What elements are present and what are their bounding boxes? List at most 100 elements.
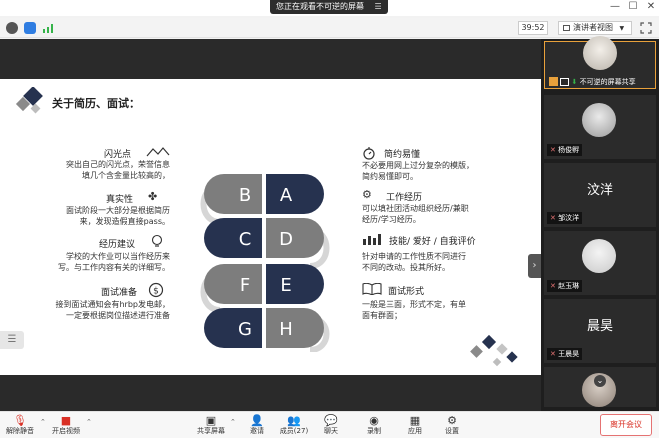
- leave-meeting-button[interactable]: 离开会议: [600, 414, 652, 436]
- participant-tile[interactable]: ✕ 赵玉琳: [544, 231, 656, 295]
- avatar: [583, 36, 617, 70]
- right-item-label: 工作经历: [386, 193, 423, 203]
- shield-icon[interactable]: [24, 22, 36, 34]
- dollar-icon: $: [148, 282, 164, 298]
- lightbulb-icon: [151, 234, 163, 247]
- invite-button[interactable]: 👤 邀请: [239, 414, 275, 436]
- participants-panel: ⬇ 不可逆的屏幕共享 ✕ 杨俊孵 汶洋 ✕ 邹汶洋 ✕ 赵玉琳 晨昊 ✕ 王晨昊…: [541, 36, 659, 411]
- right-item-label: 简约易懂: [384, 150, 421, 160]
- participant-tile[interactable]: ✕ 杨俊孵: [544, 95, 656, 159]
- left-item-desc: 突出自己的闪光点，荣誉信息 填几个含金量比较高的，: [66, 160, 170, 180]
- participant-tile[interactable]: ⬇ 不可逆的屏幕共享: [544, 36, 659, 89]
- puzzle-icon: ✤: [148, 190, 158, 203]
- members-button[interactable]: 👥 成员(27): [276, 414, 312, 436]
- add-user-icon: 👤: [250, 414, 264, 427]
- screen-share-icon: [560, 78, 570, 86]
- apps-button[interactable]: ▦ 应用: [397, 414, 433, 436]
- chevron-up-icon[interactable]: ⌃: [86, 418, 92, 426]
- participant-name: ✕ 王晨昊: [547, 348, 583, 360]
- participant-tile[interactable]: 晨昊 ✕ 王晨昊: [544, 299, 656, 363]
- mic-muted-icon: 🎙: [13, 414, 27, 427]
- abcdefgh-diagram: B A C D F E G H: [200, 174, 330, 352]
- letter-b: B: [239, 185, 251, 206]
- maximize-icon[interactable]: ☐: [624, 0, 642, 14]
- info-icon[interactable]: [6, 22, 18, 34]
- right-item-desc: 针对申请的工作性质不同进行 不同的改动。投其所好。: [362, 252, 466, 272]
- camera-off-icon: ■: [60, 414, 72, 427]
- slide-menu-button[interactable]: ☰: [0, 331, 24, 349]
- right-item-label: 面试形式: [388, 287, 425, 297]
- chevron-down-icon: ▼: [619, 25, 625, 32]
- letter-h: H: [279, 319, 293, 340]
- mic-muted-icon: ✕: [550, 282, 556, 290]
- chevron-up-icon[interactable]: ⌃: [230, 418, 236, 426]
- tile-g: [204, 308, 262, 348]
- chat-icon: 💬: [324, 414, 338, 427]
- meeting-toolbar: 39:52 演讲者视图 ▼: [0, 18, 659, 38]
- settings-button[interactable]: ⚙ 设置: [434, 414, 470, 436]
- letter-a: A: [280, 185, 293, 206]
- chevron-up-icon[interactable]: ⌃: [40, 418, 46, 426]
- letter-d: D: [279, 229, 293, 250]
- share-screen-icon: ▣: [205, 414, 217, 427]
- view-mode-label: 演讲者视图: [573, 23, 613, 32]
- tile-f: [204, 264, 262, 304]
- participant-name: ✕ 杨俊孵: [547, 144, 583, 156]
- participant-name: ✕ 赵玉琳: [547, 280, 583, 292]
- chevron-down-icon[interactable]: ⌄: [594, 375, 606, 387]
- left-item-desc: 学校的大作业可以当作经历来 写。与工作内容有关的详细写。: [58, 252, 170, 272]
- collapse-panel-arrow[interactable]: ›: [528, 254, 541, 278]
- signal-icon[interactable]: [42, 22, 56, 34]
- participant-tile[interactable]: 汶洋 ✕ 邹汶洋: [544, 163, 656, 227]
- right-item-label: 技能/ 爱好 / 自我评价: [389, 237, 476, 247]
- participant-tile[interactable]: ⌄: [544, 367, 656, 407]
- meeting-timer: 39:52: [518, 21, 548, 35]
- share-screen-button[interactable]: ▣ 共享屏幕: [193, 414, 229, 436]
- mute-button[interactable]: 🎙 解除静音: [2, 414, 38, 436]
- close-icon[interactable]: ✕: [642, 0, 659, 14]
- tile-h: [266, 308, 324, 348]
- shared-screen-area: 关于简历、面试： 闪光点 突出自己的闪光点，荣誉信息 填几个含金量比较高的， 真实…: [0, 39, 541, 411]
- view-mode-dropdown[interactable]: 演讲者视图 ▼: [558, 21, 632, 35]
- left-item-label: 面试准备: [101, 288, 138, 298]
- record-button[interactable]: ◉ 录制: [356, 414, 392, 436]
- right-item-desc: 不必要用网上过分复杂的模版， 简约易懂即可。: [362, 161, 474, 181]
- book-icon: [362, 283, 382, 295]
- bar-chart-icon: [363, 234, 381, 245]
- avatar: [582, 239, 616, 273]
- participant-name: ✕ 邹汶洋: [547, 212, 583, 224]
- bottom-toolbar: 🎙 解除静音 ⌃ ■ 开启视频 ⌃ ▣ 共享屏幕 ⌃ 👤 邀请 👥 成员(27)…: [0, 411, 659, 438]
- tile-d: [266, 218, 324, 258]
- gears-icon: ⚙: [362, 188, 372, 201]
- share-banner[interactable]: 您正在观看不可逆的屏幕 ☰: [270, 0, 388, 14]
- chat-button[interactable]: 💬 聊天: [313, 414, 349, 436]
- avatar: [582, 103, 616, 137]
- decorative-diamonds-icon: [470, 334, 518, 367]
- fullscreen-icon[interactable]: [640, 22, 652, 34]
- right-item-desc: 可以填社团活动组织经历/兼职 经历/学习经历。: [362, 204, 469, 224]
- diamond-logo-icon: [15, 87, 43, 114]
- members-icon: 👥: [287, 414, 301, 427]
- mic-icon: ⬇: [571, 78, 578, 86]
- participant-initials: 汶洋: [586, 183, 613, 198]
- user-icon: [549, 77, 558, 86]
- mic-muted-icon: ✕: [550, 146, 556, 154]
- tile-a: [266, 174, 324, 214]
- tile-c: [204, 218, 262, 258]
- share-status-row: ⬇ 不可逆的屏幕共享: [549, 77, 659, 89]
- minimize-icon[interactable]: —: [606, 0, 624, 14]
- video-button[interactable]: ■ 开启视频: [48, 414, 84, 436]
- right-item-desc: 一般是三面，形式不定，有单 面有群面；: [362, 300, 466, 320]
- hamburger-icon[interactable]: ☰: [375, 2, 382, 11]
- title-bar: 您正在观看不可逆的屏幕 ☰ — ☐ ✕: [0, 0, 659, 16]
- slide-title: 关于简历、面试：: [52, 97, 140, 110]
- letter-c: C: [239, 229, 252, 250]
- left-item-desc: 接到面试通知会有hrbp发电邮， 一定要根据岗位描述进行准备: [55, 300, 170, 320]
- layout-icon: [563, 25, 570, 31]
- participant-initials: 晨昊: [586, 319, 613, 334]
- meeting-window: 您正在观看不可逆的屏幕 ☰ — ☐ ✕ 39:52 演讲者视图 ▼ 关于简历、面…: [0, 0, 659, 438]
- zigzag-icon: [146, 147, 170, 157]
- presentation-slide: 关于简历、面试： 闪光点 突出自己的闪光点，荣誉信息 填几个含金量比较高的， 真实…: [0, 79, 541, 375]
- tile-b: [204, 174, 262, 214]
- tile-e: [266, 264, 324, 304]
